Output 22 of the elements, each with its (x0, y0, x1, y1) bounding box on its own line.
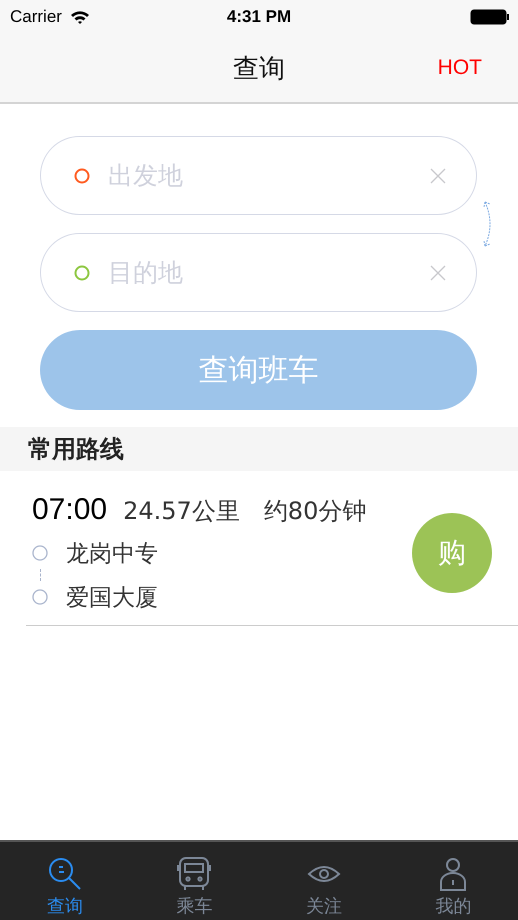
tab-item[interactable]: 查询 (0, 842, 130, 920)
tab-item[interactable]: 乘车 (130, 842, 259, 920)
clock-time: 4:31 PM (226, 7, 292, 27)
departure-time: 07:00 (32, 493, 108, 527)
carrier-name: Carrier (10, 7, 62, 27)
tab-item[interactable]: 关注 (259, 842, 388, 920)
stop-name: 爱国大厦 (66, 584, 158, 612)
stop-name: 龙岗中专 (66, 540, 158, 568)
page-title: 查询 (233, 52, 285, 86)
stop-circle-icon (32, 545, 48, 561)
tab-item[interactable]: 我的 (388, 842, 518, 920)
stop-circle-icon (32, 589, 48, 605)
bus-icon (176, 856, 212, 892)
route-distance: 24.57公里 (123, 496, 240, 527)
section-header: 常用路线 (0, 427, 518, 471)
clear-icon[interactable] (430, 264, 446, 280)
battery-icon (470, 9, 510, 25)
clear-icon[interactable] (430, 168, 446, 184)
hot-link[interactable]: HOT (438, 56, 482, 80)
wifi-icon (70, 10, 90, 24)
search-icon (46, 856, 83, 892)
route-duration: 约80分钟 (264, 496, 366, 527)
